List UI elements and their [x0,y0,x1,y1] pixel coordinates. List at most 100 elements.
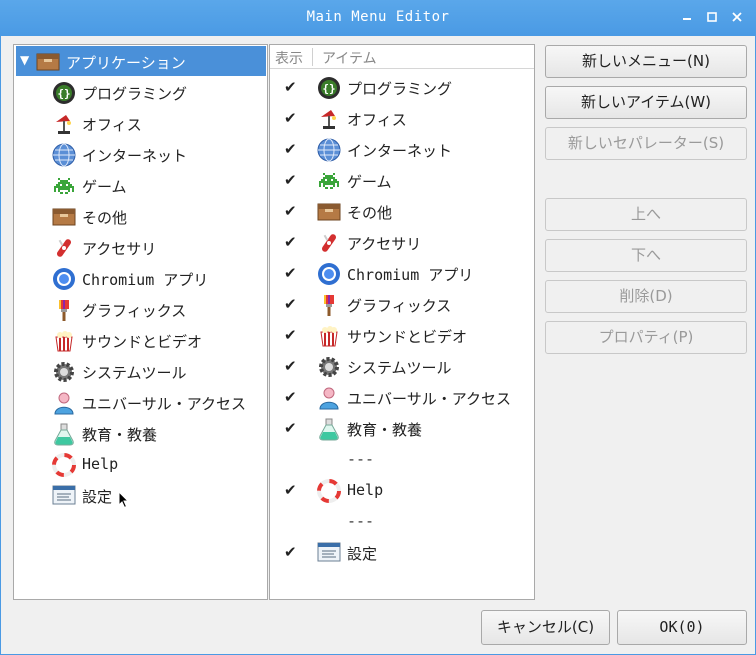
show-checkbox[interactable]: ✔ [284,545,299,560]
graphics-icon [317,293,341,317]
system-tools-icon [317,355,341,379]
help-icon [317,479,341,503]
help-icon [52,453,76,477]
column-header-item[interactable]: アイテム [322,48,377,68]
tree-item-label: 設定 [82,488,113,506]
internet-icon [317,138,341,162]
tree-item-universal-access[interactable]: ユニバーサル・アクセス [50,387,265,418]
show-checkbox[interactable]: ✔ [284,483,299,498]
universal-access-icon [317,386,341,410]
items-list[interactable]: 表示 アイテム ✔{} プログラミング ✔ オフィス ✔ インターネット ✔ ゲーム ✔ その他 ✔… [269,44,535,600]
item-label: グラフィックス [347,297,452,315]
tree-item-label: Help [82,455,119,473]
column-header-show[interactable]: 表示 [275,48,303,68]
svg-text:{}: {} [322,82,335,95]
tree-item-internet[interactable]: インターネット [50,139,265,170]
internet-icon [52,143,76,167]
tree-item-accessories[interactable]: アクセサリ [50,232,265,263]
tree-item-label: ゲーム [82,178,127,196]
item-row-settings[interactable]: ✔ 設定 [270,537,534,568]
tree-item-office[interactable]: オフィス [50,108,265,139]
window-title: Main Menu Editor [306,9,450,25]
delete-button[interactable]: 削除(D) [545,280,747,313]
settings-icon [52,484,76,506]
show-checkbox[interactable]: ✔ [284,359,299,374]
show-checkbox[interactable]: ✔ [284,204,299,219]
office-icon [52,112,76,136]
multimedia-icon [317,324,341,348]
new-item-button[interactable]: 新しいアイテム(W) [545,86,747,119]
item-label: その他 [347,204,393,222]
item-row-other[interactable]: ✔ その他 [270,196,534,227]
programming-icon: {} [52,81,76,105]
tree-item-chromium[interactable]: Chromium アプリ [50,263,265,294]
new-menu-button[interactable]: 新しいメニュー(N) [545,45,747,78]
close-button[interactable] [726,6,748,28]
show-checkbox[interactable]: ✔ [284,266,299,281]
move-down-button[interactable]: 下へ [545,239,747,272]
chromium-icon [52,267,76,291]
item-row-education[interactable]: ✔ 教育・教養 [270,413,534,444]
show-checkbox[interactable]: ✔ [284,80,299,95]
item-row-graphics[interactable]: ✔ グラフィックス [270,289,534,320]
ok-button[interactable]: OK(0) [617,610,747,645]
tree-item-education[interactable]: 教育・教養 [50,418,265,449]
menu-tree[interactable]: ▼ アプリケーション {} プログラミング オフィス インターネットゲームその他 アクセ… [13,44,268,600]
other-icon [317,200,341,222]
show-checkbox[interactable]: ✔ [284,235,299,250]
cancel-button[interactable]: キャンセル(C) [481,610,610,645]
show-checkbox[interactable]: ✔ [284,328,299,343]
tree-item-help[interactable]: Help [50,449,265,480]
separator-label: --- [347,450,375,468]
show-checkbox[interactable]: ✔ [284,421,299,436]
item-label: アクセサリ [347,235,422,253]
maximize-button[interactable] [701,6,723,28]
office-icon [317,107,341,131]
settings-icon [317,541,341,563]
mouse-cursor-icon [118,491,130,509]
tree-item-graphics[interactable]: グラフィックス [50,294,265,325]
separator-row[interactable]: --- [270,444,534,475]
item-row-chromium[interactable]: ✔ Chromium アプリ [270,258,534,289]
chromium-icon [317,262,341,286]
item-row-help[interactable]: ✔ Help [270,475,534,506]
education-icon [317,417,341,441]
item-row-multimedia[interactable]: ✔ サウンドとビデオ [270,320,534,351]
item-row-internet[interactable]: ✔ インターネット [270,134,534,165]
tree-item-label: グラフィックス [82,302,187,320]
graphics-icon [52,298,76,322]
separator-row[interactable]: --- [270,506,534,537]
tree-item-other[interactable]: その他 [50,201,265,232]
tree-root-applications[interactable]: ▼ アプリケーション [16,46,266,76]
item-row-system-tools[interactable]: ✔ システムツール [270,351,534,382]
item-row-universal-access[interactable]: ✔ ユニバーサル・アクセス [270,382,534,413]
items-list-header: 表示 アイテム [270,45,534,69]
other-icon [52,205,76,227]
tree-item-system-tools[interactable]: システムツール [50,356,265,387]
tree-item-programming[interactable]: {} プログラミング [50,77,265,108]
education-icon [52,422,76,446]
new-separator-button[interactable]: 新しいセパレーター(S) [545,127,747,160]
item-row-office[interactable]: ✔ オフィス [270,103,534,134]
minimize-button[interactable] [676,6,698,28]
expander-arrow-icon[interactable]: ▼ [20,53,29,67]
item-row-game[interactable]: ✔ ゲーム [270,165,534,196]
show-checkbox[interactable]: ✔ [284,173,299,188]
move-up-button[interactable]: 上へ [545,198,747,231]
show-checkbox[interactable]: ✔ [284,390,299,405]
properties-button[interactable]: プロパティ(P) [545,321,747,354]
item-label: システムツール [347,359,452,377]
item-label: Chromium アプリ [347,266,474,284]
item-row-programming[interactable]: ✔ {} プログラミング [270,72,534,103]
tree-item-game[interactable]: ゲーム [50,170,265,201]
minimize-icon [683,18,691,20]
accessories-icon [317,231,341,255]
item-row-accessories[interactable]: ✔ アクセサリ [270,227,534,258]
show-checkbox[interactable]: ✔ [284,142,299,157]
tree-item-label: システムツール [82,364,187,382]
show-checkbox[interactable]: ✔ [284,297,299,312]
show-checkbox[interactable]: ✔ [284,111,299,126]
tree-item-settings[interactable]: 設定 [50,480,265,511]
close-icon [732,12,742,22]
tree-item-multimedia[interactable]: サウンドとビデオ [50,325,265,356]
